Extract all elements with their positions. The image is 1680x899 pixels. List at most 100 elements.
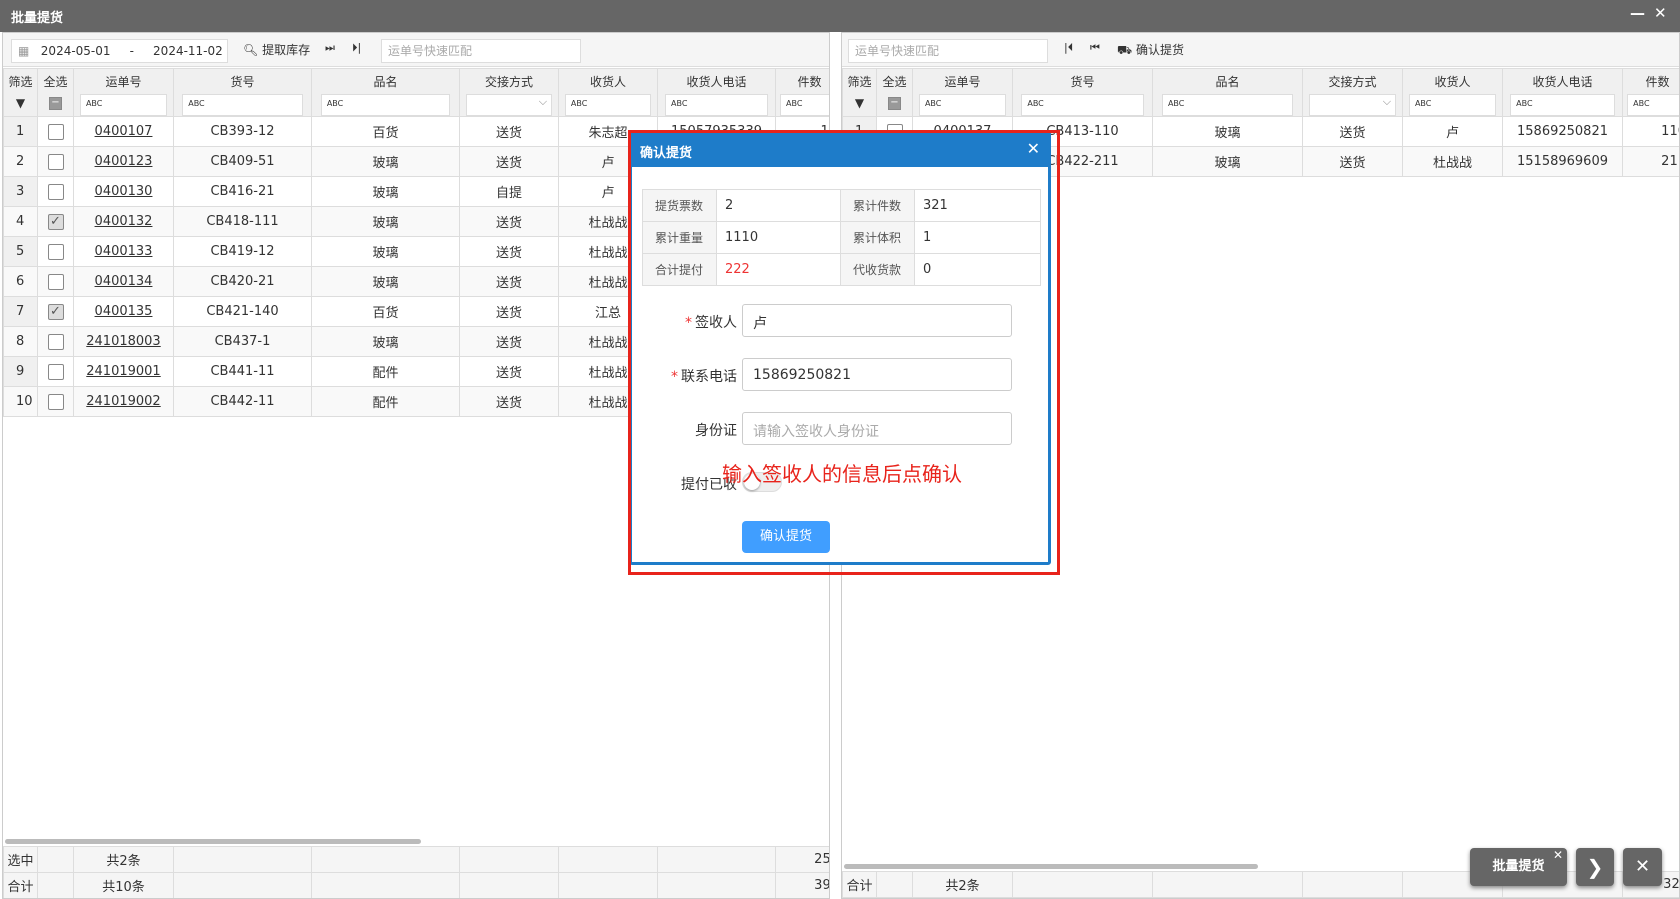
right-search-input[interactable]: 运单号快速匹配 bbox=[848, 39, 1048, 63]
row-checkbox[interactable] bbox=[47, 363, 64, 380]
date-sep: - bbox=[129, 44, 134, 58]
row-select-cell bbox=[37, 146, 74, 177]
move-all-left-icon[interactable]: ⏮ bbox=[1090, 41, 1100, 55]
signer-input[interactable]: 卢 bbox=[742, 304, 1012, 337]
minimize-icon[interactable]: — bbox=[1630, 4, 1645, 22]
row-checkbox[interactable]: ✓ bbox=[47, 213, 64, 230]
filter-icon[interactable]: ▼ bbox=[5, 96, 37, 110]
code-cell: CB418-111 bbox=[173, 206, 312, 237]
batch-pickup-dock-button[interactable]: 批量提货 ✕ bbox=[1470, 848, 1567, 886]
date-to: 2024-11-02 bbox=[153, 44, 223, 58]
mode-cell: 送货 bbox=[459, 116, 559, 147]
stat-label: 累计重量 bbox=[642, 221, 717, 254]
waybill-link[interactable]: 0400133 bbox=[95, 244, 153, 259]
fetch-stock-button[interactable]: 🔍︎ 提取库存 bbox=[243, 41, 310, 58]
mode-cell: 送货 bbox=[459, 296, 559, 327]
row-checkbox[interactable] bbox=[47, 273, 64, 290]
row-checkbox[interactable] bbox=[47, 243, 64, 260]
row-checkbox[interactable] bbox=[47, 393, 64, 410]
phone-input[interactable]: 15869250821 bbox=[742, 358, 1012, 391]
name-filter-input[interactable]: ABC bbox=[320, 94, 451, 116]
close-icon[interactable]: ✕ bbox=[1654, 4, 1667, 22]
mode-cell: 送货 bbox=[459, 266, 559, 297]
confirm-pickup-toolbar-button[interactable]: ⛟ 确认提货 bbox=[1117, 41, 1184, 59]
waybill-filter-input[interactable]: ABC bbox=[79, 94, 168, 116]
waybill-link[interactable]: 241018003 bbox=[86, 334, 160, 349]
waybill-cell: 0400132 bbox=[73, 206, 174, 237]
qty-cell: 110 bbox=[1622, 116, 1679, 147]
name-cell: 百货 bbox=[311, 116, 460, 147]
close-all-icon[interactable]: ✕ bbox=[1623, 848, 1662, 886]
col-waybill: 运单号 ABC bbox=[912, 68, 1013, 117]
waybill-link[interactable]: 0400134 bbox=[95, 274, 153, 289]
stat-value: 1 bbox=[914, 221, 1041, 254]
row-checkbox[interactable] bbox=[47, 123, 64, 140]
waybill-link[interactable]: 0400132 bbox=[95, 214, 153, 229]
waybill-link[interactable]: 241019001 bbox=[86, 364, 160, 379]
col-name: 品名 ABC bbox=[1152, 68, 1303, 117]
row-select-cell: ✓ bbox=[37, 296, 74, 327]
waybill-link[interactable]: 0400130 bbox=[95, 184, 153, 199]
annotation-text: 输入签收人的信息后点确认 bbox=[722, 462, 962, 486]
waybill-link[interactable]: 0400107 bbox=[95, 124, 153, 139]
close-icon[interactable]: ✕ bbox=[1027, 139, 1040, 158]
left-footer: 选中 共2条 251 合计 共10条 391 bbox=[3, 846, 829, 898]
phone-filter-input[interactable]: ABC bbox=[1510, 94, 1615, 116]
chevron-right-icon[interactable]: ❯ bbox=[1576, 848, 1614, 886]
row-checkbox[interactable] bbox=[47, 183, 64, 200]
stat-label: 累计体积 bbox=[840, 221, 915, 254]
date-range-picker[interactable]: ▦ 2024-05-01 - 2024-11-02 bbox=[11, 39, 228, 63]
left-search-input[interactable]: 运单号快速匹配 bbox=[381, 39, 581, 63]
confirm-pickup-toolbar-label: 确认提货 bbox=[1135, 43, 1184, 57]
selected-summary-row: 选中 共2条 251 bbox=[3, 846, 829, 873]
waybill-link[interactable]: 0400135 bbox=[95, 304, 153, 319]
waybill-link[interactable]: 0400123 bbox=[95, 154, 153, 169]
select-all-checkbox[interactable]: − bbox=[49, 97, 62, 110]
dock-close-icon[interactable]: ✕ bbox=[1553, 836, 1563, 874]
right-hscrollbar[interactable] bbox=[844, 864, 1258, 869]
footer-label: 合计 bbox=[3, 872, 38, 898]
move-left-icon[interactable]: |⏴ bbox=[1064, 41, 1073, 55]
row-select-cell bbox=[37, 236, 74, 267]
row-number: 3 bbox=[3, 176, 38, 207]
receiver-filter-input[interactable]: ABC bbox=[1408, 94, 1497, 116]
waybill-filter-input[interactable]: ABC bbox=[918, 94, 1007, 116]
row-select-cell bbox=[37, 176, 74, 207]
row-select-cell bbox=[37, 386, 74, 417]
name-cell: 玻璃 bbox=[1152, 116, 1303, 147]
left-toolbar: ▦ 2024-05-01 - 2024-11-02 🔍︎ 提取库存 ⏭ ⏵| 运… bbox=[3, 33, 829, 67]
qty-filter-input[interactable]: ABC bbox=[780, 94, 829, 116]
code-filter-input[interactable]: ABC bbox=[182, 94, 303, 116]
row-checkbox[interactable] bbox=[47, 153, 64, 170]
confirm-pickup-button[interactable]: 确认提货 bbox=[742, 521, 830, 553]
phone-label: * 联系电话 bbox=[671, 369, 737, 385]
stat-value: 222 bbox=[716, 253, 841, 286]
code-filter-input[interactable]: ABC bbox=[1021, 94, 1144, 116]
col-qty: 件数 ABC bbox=[1622, 68, 1679, 117]
row-number: 2 bbox=[3, 146, 38, 177]
move-all-right-icon[interactable]: ⏭ bbox=[325, 41, 335, 55]
filter-icon[interactable]: ▼ bbox=[844, 96, 876, 110]
id-input[interactable]: 请输入签收人身份证 bbox=[742, 412, 1012, 445]
qty-filter-input[interactable]: ABC bbox=[1627, 94, 1679, 116]
row-checkbox[interactable] bbox=[47, 333, 64, 350]
calendar-icon: ▦ bbox=[18, 44, 30, 58]
mode-filter-select[interactable]: ⌵ bbox=[1308, 94, 1397, 116]
left-hscrollbar[interactable] bbox=[5, 839, 421, 844]
row-select-cell bbox=[37, 116, 74, 147]
footer-count: 共2条 bbox=[912, 871, 1013, 898]
name-cell: 玻璃 bbox=[311, 206, 460, 237]
phone-filter-input[interactable]: ABC bbox=[665, 94, 768, 116]
truck-icon: ⛟ bbox=[1117, 43, 1133, 57]
move-right-icon[interactable]: ⏵| bbox=[352, 41, 361, 55]
name-filter-input[interactable]: ABC bbox=[1161, 94, 1294, 116]
qty-cell: 211 bbox=[1622, 146, 1679, 177]
row-checkbox[interactable]: ✓ bbox=[47, 303, 64, 320]
select-all-checkbox[interactable]: − bbox=[888, 97, 901, 110]
waybill-link[interactable]: 241019002 bbox=[86, 394, 160, 409]
mode-filter-select[interactable]: ⌵ bbox=[465, 94, 553, 116]
row-number: 5 bbox=[3, 236, 38, 267]
code-cell: CB442-11 bbox=[173, 386, 312, 417]
receiver-filter-input[interactable]: ABC bbox=[564, 94, 652, 116]
row-number: 9 bbox=[3, 356, 38, 387]
